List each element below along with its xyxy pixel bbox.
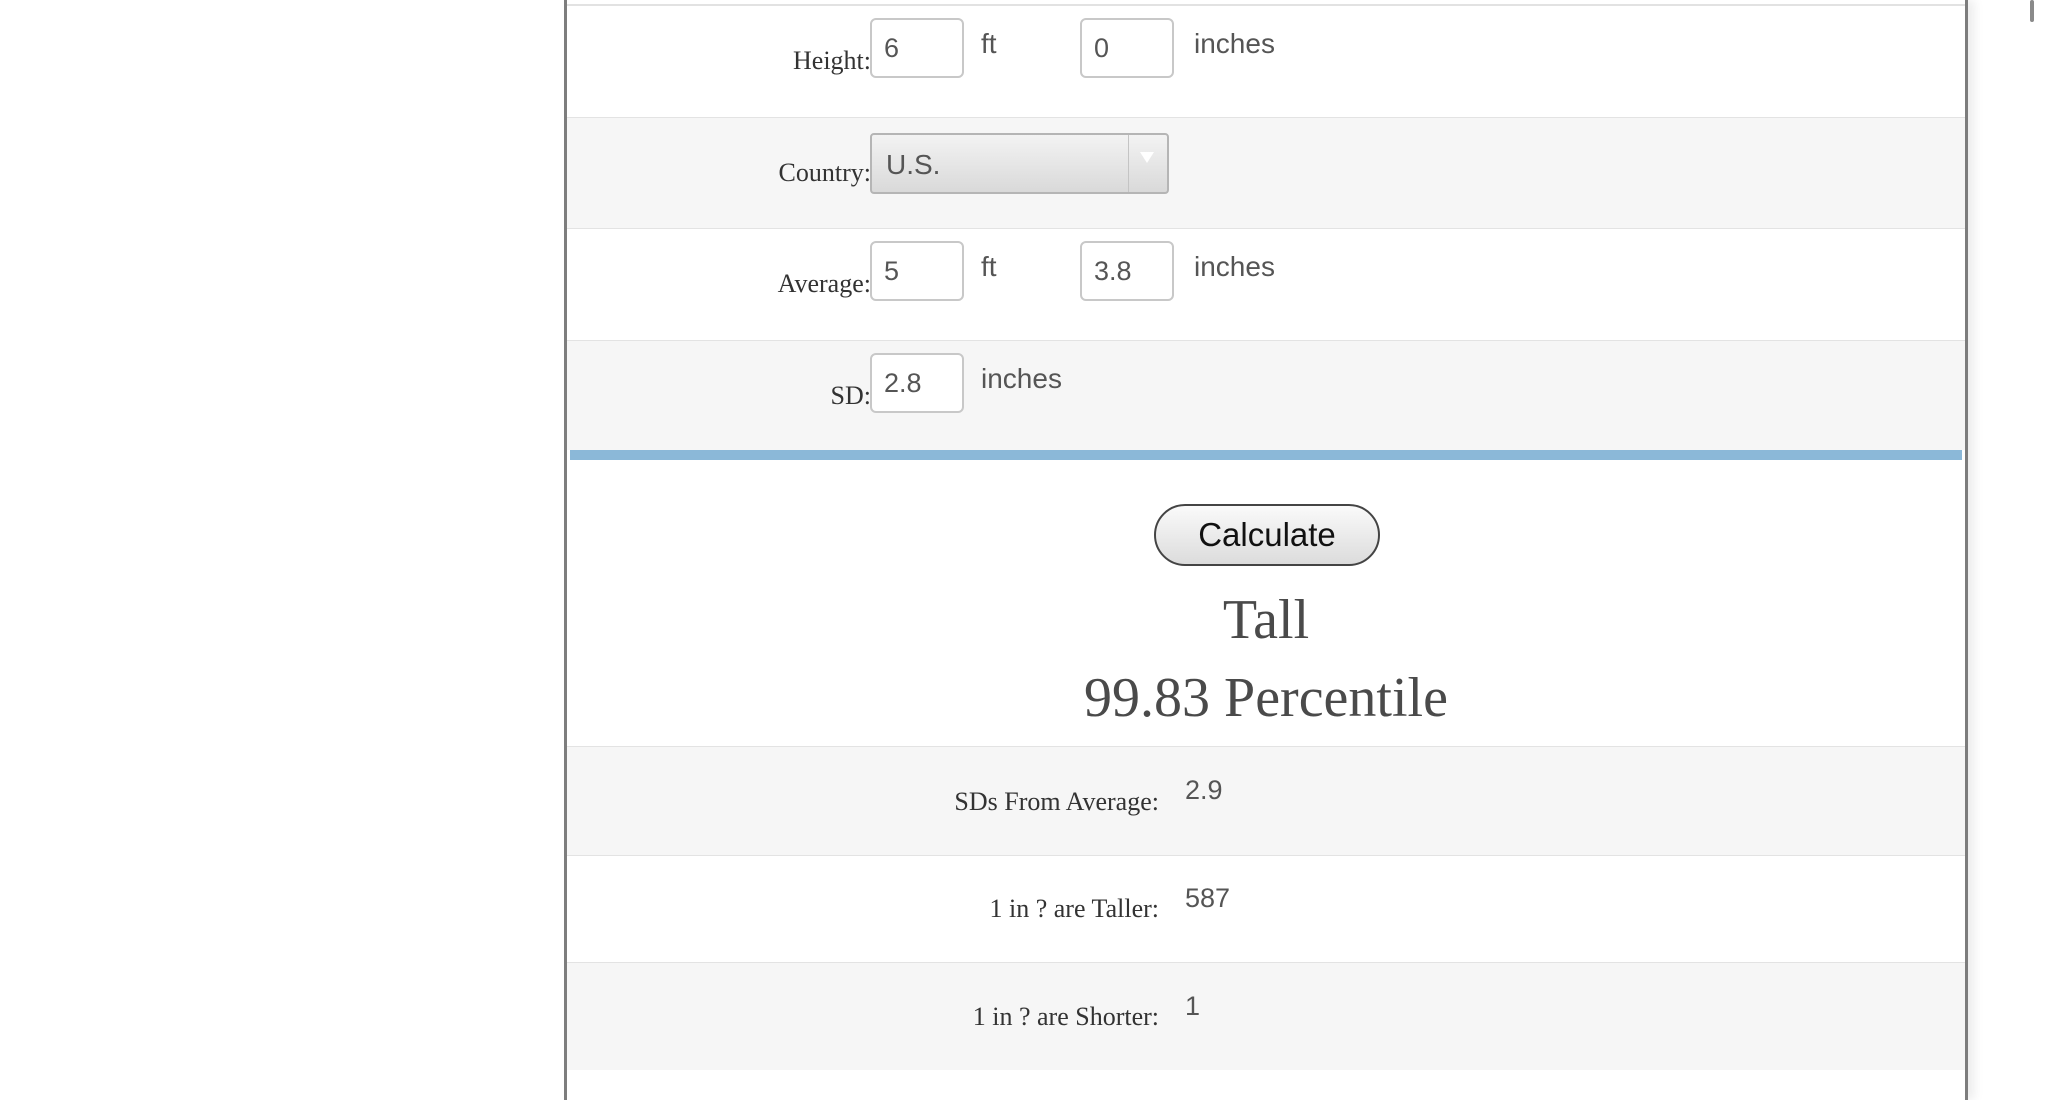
stat-label: 1 in ? are Shorter: <box>972 1002 1159 1031</box>
country-selected-value: U.S. <box>886 149 941 180</box>
sd-row: SD: inches <box>567 341 1965 450</box>
average-row: Average: ft inches <box>567 229 1965 341</box>
stat-value: 1 <box>1185 991 1201 1021</box>
height-inches-unit: inches <box>1194 28 1275 59</box>
height-row: Height: ft inches <box>567 6 1965 118</box>
select-divider <box>1128 135 1129 192</box>
stat-label: 1 in ? are Taller: <box>989 894 1159 923</box>
average-feet-input[interactable] <box>870 241 964 301</box>
scrollbar-thumb[interactable] <box>2030 0 2034 22</box>
calculate-button[interactable]: Calculate <box>1154 504 1380 566</box>
stat-row-taller: 1 in ? are Taller: 587 <box>567 855 1965 963</box>
calculator-panel: Height: ft inches Country: U.S. Average:… <box>564 0 1968 1100</box>
sd-label: SD: <box>830 381 871 410</box>
stat-row-shorter: 1 in ? are Shorter: 1 <box>567 963 1965 1070</box>
result-category: Tall <box>1222 589 1310 651</box>
country-select[interactable]: U.S. <box>870 133 1169 194</box>
stat-value: 587 <box>1185 883 1231 913</box>
average-label: Average: <box>777 269 871 298</box>
result-percentile: 99.83 Percentile <box>1084 667 1448 729</box>
height-feet-input[interactable] <box>870 18 964 78</box>
average-inches-unit: inches <box>1194 251 1275 282</box>
stat-row-sds: SDs From Average: 2.9 <box>567 746 1965 856</box>
stat-value: 2.9 <box>1185 775 1223 805</box>
chevron-down-icon <box>1140 152 1154 163</box>
sd-input[interactable] <box>870 353 964 413</box>
average-feet-unit: ft <box>981 251 997 282</box>
height-feet-unit: ft <box>981 28 997 59</box>
country-label: Country: <box>778 158 871 187</box>
stat-label: SDs From Average: <box>954 787 1159 816</box>
sd-unit: inches <box>981 363 1062 394</box>
height-label: Height: <box>793 46 871 75</box>
height-inches-input[interactable] <box>1080 18 1174 78</box>
section-divider-bar <box>570 450 1962 460</box>
average-inches-input[interactable] <box>1080 241 1174 301</box>
country-row: Country: U.S. <box>567 118 1965 229</box>
